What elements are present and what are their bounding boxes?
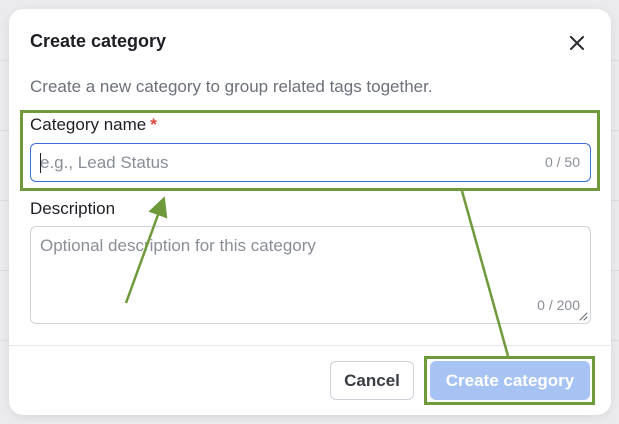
dialog-title: Create category xyxy=(30,31,167,51)
category-name-label-text: Category name xyxy=(30,115,147,134)
required-marker: * xyxy=(150,115,157,134)
dialog-subtitle: Create a new category to group related t… xyxy=(30,77,433,96)
description-char-count: 0 / 200 xyxy=(537,297,580,313)
close-button[interactable] xyxy=(565,31,589,55)
description-field: 0 / 200 xyxy=(30,226,591,324)
description-textarea[interactable] xyxy=(31,227,590,323)
close-icon xyxy=(570,36,584,50)
category-name-input[interactable] xyxy=(31,144,590,181)
footer-divider xyxy=(9,345,611,346)
description-label: Description xyxy=(30,199,116,218)
category-name-label: Category name * xyxy=(30,115,157,135)
text-caret xyxy=(40,153,41,173)
resize-grip-icon[interactable] xyxy=(578,311,588,321)
create-category-dialog: Create category Create a new category to… xyxy=(9,9,611,415)
category-name-char-count: 0 / 50 xyxy=(544,154,580,170)
category-name-field: 0 / 50 xyxy=(30,143,591,182)
cancel-button[interactable]: Cancel xyxy=(330,361,414,400)
create-category-button[interactable]: Create category xyxy=(430,361,590,400)
